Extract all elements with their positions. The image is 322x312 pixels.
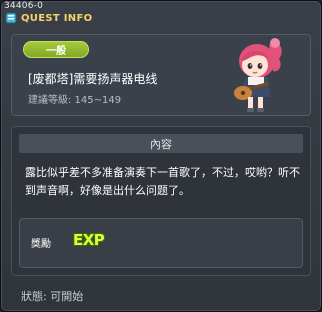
quest-description: 露比似乎差不多准备演奏下一首歌了，不过，哎哟？听不到声音啊，好像是出什么问题了。 bbox=[25, 166, 300, 197]
content-header: 內容 bbox=[19, 134, 303, 153]
reward-box: 獎勵 EXP bbox=[19, 218, 303, 268]
reward-label: 獎勵 bbox=[31, 239, 51, 250]
npc-ruby-portrait bbox=[234, 38, 282, 112]
window-title: QUEST INFO bbox=[21, 12, 93, 24]
quest-summary-panel: 一般 [废都塔]需要扬声器电线 建議等級: 145~149 bbox=[11, 34, 311, 116]
exp-reward-icon[interactable]: EXP bbox=[73, 231, 105, 249]
quest-recommended-level: 建議等級: 145~149 bbox=[28, 95, 122, 106]
quest-name: [废都塔]需要扬声器电线 bbox=[28, 72, 158, 86]
quest-info-window: 34406-0 QUEST INFO 一般 [废都塔]需要扬声器电线 建議等級:… bbox=[0, 0, 322, 312]
quest-id: 34406-0 bbox=[4, 1, 44, 11]
quest-content-panel: 內容 露比似乎差不多准备演奏下一首歌了，不过，哎哟？听不到声音啊，好像是出什么问… bbox=[11, 126, 311, 276]
quest-scroll-icon bbox=[5, 12, 17, 24]
quest-status: 狀態: 可開始 bbox=[21, 290, 84, 303]
window-title-bar[interactable]: QUEST INFO bbox=[5, 11, 92, 25]
quest-category-badge: 一般 bbox=[23, 41, 89, 58]
